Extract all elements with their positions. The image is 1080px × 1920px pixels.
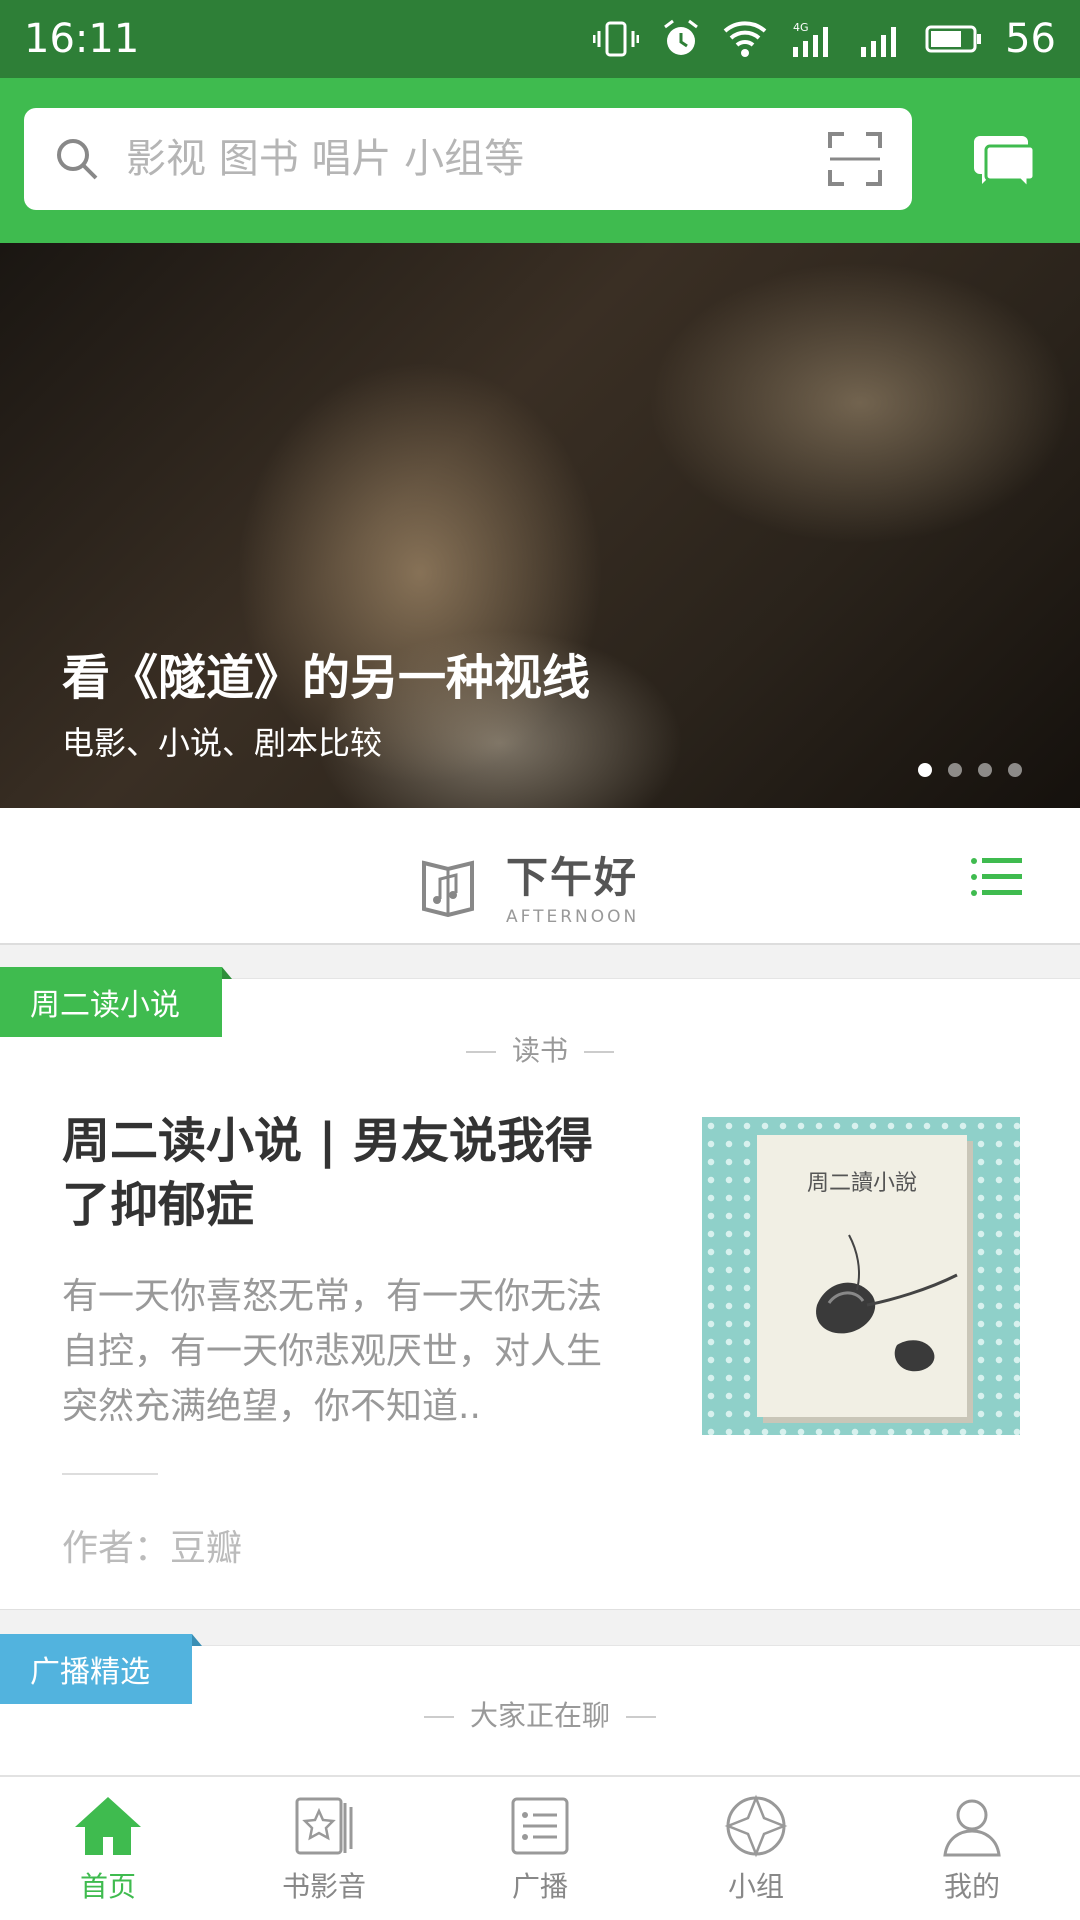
nav-broadcast[interactable]: 广播 xyxy=(432,1777,648,1920)
nav-home[interactable]: 首页 xyxy=(0,1777,216,1920)
wifi-icon xyxy=(723,21,767,57)
greeting-bar: 下午好 AFTERNOON xyxy=(0,808,1080,945)
music-book-icon xyxy=(422,859,474,917)
book-cover: 周二讀小說 xyxy=(757,1135,967,1417)
home-icon xyxy=(75,1796,141,1855)
alarm-icon xyxy=(664,19,698,55)
media-icon xyxy=(295,1797,353,1854)
carousel-dot[interactable] xyxy=(978,763,992,777)
signal-4g-icon: 4G xyxy=(793,21,829,57)
section-label: 读书 xyxy=(0,1029,1080,1069)
nav-label: 小组 xyxy=(727,1869,784,1903)
rose-illustration xyxy=(816,1234,958,1372)
nav-label: 广播 xyxy=(511,1869,568,1903)
article-author: 作者：豆瓣 xyxy=(62,1528,243,1569)
article-excerpt: 有一天你喜怒无常，有一天你无法自控，有一天你悲观厌世，对人生突然充满绝望，你不知… xyxy=(62,1276,603,1427)
battery-level: 56 xyxy=(1005,16,1056,62)
greeting-sub: AFTERNOON xyxy=(506,907,640,927)
greeting-main: 下午好 xyxy=(506,853,639,902)
nav-label: 书影音 xyxy=(281,1869,366,1903)
list-menu-icon[interactable] xyxy=(970,856,1022,898)
svg-text:4G: 4G xyxy=(793,21,809,34)
scan-icon[interactable] xyxy=(828,132,882,186)
search-box[interactable] xyxy=(24,108,912,210)
chat-icon[interactable] xyxy=(966,130,1036,190)
carousel-dot[interactable] xyxy=(948,763,962,777)
section-label-text: 大家正在聊 xyxy=(469,1699,610,1732)
banner-title: 看《隧道》的另一种视线 xyxy=(62,650,591,706)
nav-profile[interactable]: 我的 xyxy=(864,1777,1080,1920)
profile-icon xyxy=(943,1799,1001,1856)
nav-label: 首页 xyxy=(79,1869,136,1903)
signal-icon xyxy=(861,27,897,57)
search-input[interactable] xyxy=(126,136,828,182)
section-label: 大家正在聊 xyxy=(0,1694,1080,1734)
broadcast-card[interactable]: 广播精选 大家正在聊 xyxy=(0,1634,1080,1775)
divider xyxy=(62,1473,158,1475)
status-icons: 4G 56 xyxy=(593,16,1056,62)
battery-icon xyxy=(925,25,982,53)
bottom-nav: 首页 书影音 广播 小组 我的 xyxy=(0,1775,1080,1920)
book-cover-title: 周二讀小說 xyxy=(806,1171,917,1196)
carousel-dot[interactable] xyxy=(1008,763,1022,777)
carousel-dots xyxy=(918,763,1022,777)
article-title[interactable]: 周二读小说 | 男友说我得了抑郁症 xyxy=(62,1109,622,1237)
nav-label: 我的 xyxy=(943,1869,1000,1903)
status-time: 16:11 xyxy=(24,16,140,62)
banner-subtitle: 电影、小说、剧本比较 xyxy=(62,724,383,762)
carousel-dot[interactable] xyxy=(918,763,932,777)
vibrate-icon xyxy=(593,21,640,57)
nav-media[interactable]: 书影音 xyxy=(216,1777,432,1920)
card-tag: 周二读小说 xyxy=(0,967,232,1037)
search-icon xyxy=(57,139,98,180)
section-label-text: 读书 xyxy=(511,1034,568,1067)
group-icon xyxy=(724,1794,788,1857)
nav-groups[interactable]: 小组 xyxy=(648,1777,864,1920)
greeting: 下午好 AFTERNOON xyxy=(420,844,639,927)
broadcast-icon xyxy=(511,1797,569,1854)
article-thumbnail[interactable]: 周二讀小說 xyxy=(702,1117,1020,1435)
search-header xyxy=(0,78,1080,243)
status-bar: 16:11 4G 56 xyxy=(0,0,1080,78)
article-card[interactable]: 周二读小说 读书 周二读小说 | 男友说我得了抑郁症 有一天你喜怒无常，有一天你… xyxy=(0,967,1080,1610)
banner-carousel[interactable]: 看《隧道》的另一种视线 电影、小说、剧本比较 xyxy=(0,243,1080,808)
